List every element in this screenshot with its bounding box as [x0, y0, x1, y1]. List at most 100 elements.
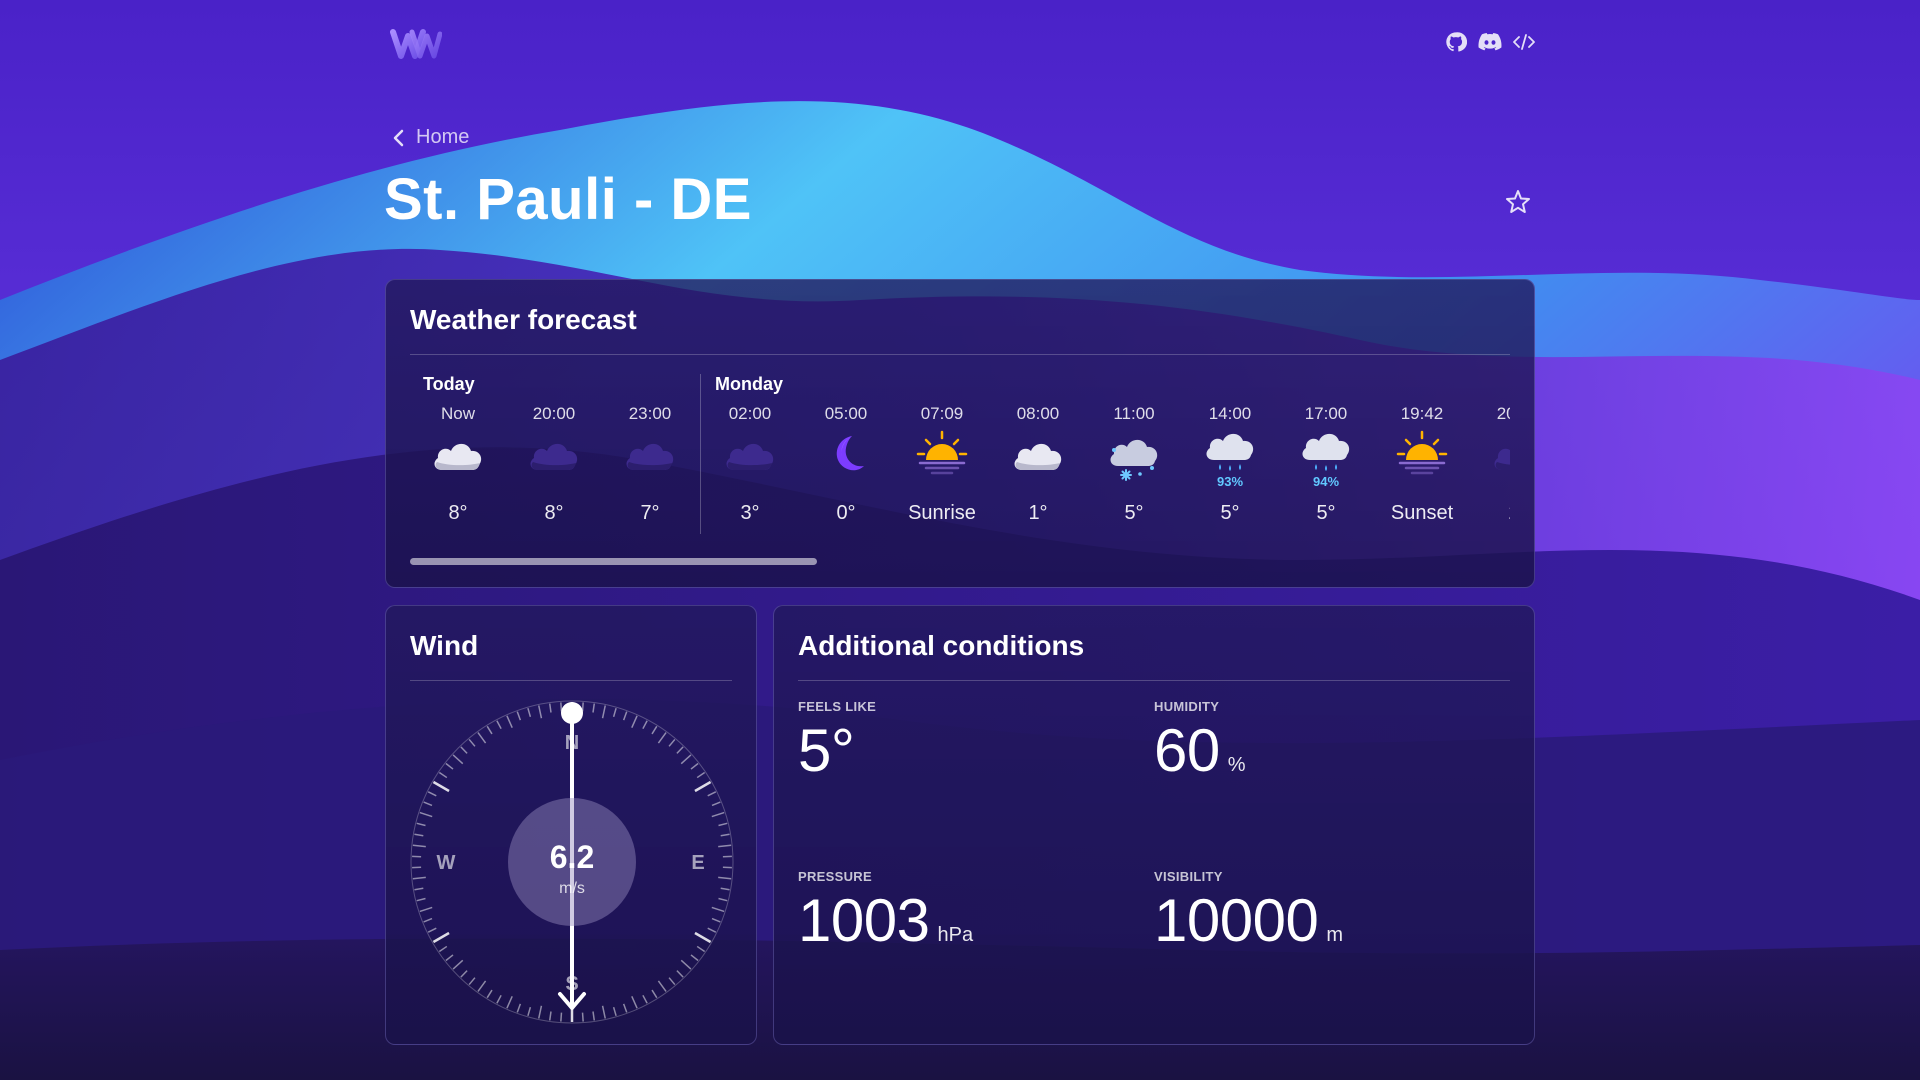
- forecast-hour[interactable]: 08:00 1°: [990, 374, 1086, 534]
- condition-value: 5°: [798, 717, 855, 784]
- weather-forecast-card: Weather forecast Today Now 8° 20:00 8° 23:0…: [385, 279, 1535, 588]
- wind-compass: N E S W 6.2 m/s: [410, 700, 734, 1024]
- favorite-star-icon[interactable]: [1504, 188, 1532, 216]
- compass-tick: [581, 1012, 584, 1022]
- divider: [410, 354, 1510, 355]
- compass-tick: [676, 746, 684, 754]
- compass-tick: [416, 897, 426, 902]
- compass-tick: [452, 959, 464, 970]
- wind-speed-value: 6.2: [550, 839, 594, 875]
- condition-unit: %: [1227, 754, 1246, 776]
- compass-tick: [657, 980, 667, 992]
- compass-tick: [412, 876, 426, 880]
- forecast-hour[interactable]: 19:42 Sunset: [1374, 374, 1470, 534]
- forecast-time: 07:09: [920, 404, 964, 423]
- forecast-hour[interactable]: 20:00 2°: [1470, 374, 1510, 534]
- forecast-time: 20:00: [1496, 404, 1510, 423]
- compass-tick: [506, 995, 513, 1009]
- forecast-time: 08:00: [1016, 404, 1060, 423]
- condition-visibility: VISIBILITY 10000 m: [1154, 869, 1343, 955]
- compass-tick: [718, 876, 732, 880]
- compass-tick: [416, 822, 426, 827]
- compass-tick: [560, 702, 563, 712]
- breadcrumb-label: Home: [416, 126, 470, 148]
- wind-card: Wind N E S W 6.2 m/s: [385, 605, 757, 1045]
- compass-tick: [486, 725, 493, 735]
- compass-tick: [651, 725, 658, 735]
- forecast-hour[interactable]: Now 8°: [410, 374, 506, 534]
- compass-tick: [592, 703, 596, 713]
- divider: [798, 680, 1510, 681]
- compass-tick: [642, 720, 648, 730]
- forecast-hour[interactable]: 23:00 7°: [602, 374, 698, 534]
- forecast-scroll-area[interactable]: Today Now 8° 20:00 8° 23:00 7° Monday 02:00 3…: [410, 374, 1510, 534]
- compass-tick: [496, 994, 502, 1004]
- condition-label: HUMIDITY: [1154, 699, 1220, 714]
- compass-tick: [438, 771, 448, 779]
- cardinal-e: E: [691, 852, 704, 874]
- compass-tick: [419, 811, 433, 818]
- compass-tick: [668, 977, 676, 986]
- forecast-hour[interactable]: 11:00 5°: [1086, 374, 1182, 534]
- condition-feels-like: FEELS LIKE 5°: [798, 699, 876, 785]
- code-icon[interactable]: [1512, 30, 1536, 54]
- forecast-temp: 2°: [1470, 502, 1510, 525]
- forecast-time: 23:00: [628, 404, 672, 423]
- condition-label: FEELS LIKE: [798, 699, 877, 714]
- compass-tick: [560, 1012, 563, 1022]
- condition-label: VISIBILITY: [1154, 869, 1223, 884]
- discord-icon[interactable]: [1478, 30, 1502, 54]
- sunrise-icon: [916, 430, 968, 475]
- forecast-hour[interactable]: 05:00 0°: [798, 374, 894, 534]
- compass-tick: [460, 746, 468, 754]
- app-logo[interactable]: [390, 26, 442, 62]
- compass-tick: [642, 994, 648, 1004]
- compass-tick: [668, 738, 676, 747]
- compass-tick: [506, 715, 513, 729]
- compass-tick: [718, 822, 728, 827]
- forecast-hour[interactable]: 14:00 93% 5°: [1182, 374, 1278, 534]
- forecast-time: 19:42: [1400, 404, 1444, 423]
- condition-unit: m: [1326, 924, 1344, 946]
- compass-tick: [592, 1011, 596, 1021]
- forecast-temp: Sunrise: [908, 502, 976, 524]
- forecast-hour[interactable]: 20:00 8°: [506, 374, 602, 534]
- forecast-time: 11:00: [1113, 404, 1155, 423]
- forecast-hour[interactable]: 07:09 Sunrise: [894, 374, 990, 534]
- compass-tick: [694, 931, 712, 944]
- compass-tick: [486, 989, 493, 999]
- compass-tick: [680, 754, 692, 765]
- sunset-icon: [1396, 430, 1448, 475]
- github-icon[interactable]: [1444, 30, 1468, 54]
- page-title: St. Pauli - DE: [384, 167, 752, 232]
- compass-tick: [468, 738, 476, 747]
- compass-tick: [711, 917, 721, 923]
- cloud-snow-icon: [1110, 439, 1158, 481]
- compass-tick: [696, 945, 706, 953]
- wind-title: Wind: [410, 630, 479, 661]
- condition-label: PRESSURE: [798, 869, 872, 884]
- forecast-hour[interactable]: 02:00 3°: [702, 374, 798, 534]
- additional-conditions-card: Additional conditions FEELS LIKE 5° HUMI…: [773, 605, 1535, 1045]
- forecast-time: Now: [440, 404, 475, 423]
- compass-tick: [612, 1006, 617, 1017]
- compass-tick: [651, 989, 658, 999]
- compass-tick: [412, 844, 426, 848]
- compass-tick: [477, 732, 487, 744]
- forecast-scrollbar[interactable]: [410, 558, 817, 565]
- forecast-temp: Sunset: [1390, 502, 1454, 524]
- precipitation-chance: 94%: [1312, 474, 1340, 489]
- compass-tick: [427, 791, 437, 797]
- compass-tick: [516, 711, 522, 721]
- compass-tick: [601, 1005, 606, 1019]
- compass-tick: [718, 897, 728, 902]
- compass-tick: [631, 715, 638, 729]
- forecast-strip: Today Now 8° 20:00 8° 23:00 7° Monday 02:00 3…: [410, 374, 1510, 534]
- breadcrumb-home[interactable]: Home: [392, 126, 469, 149]
- compass-tick: [548, 703, 552, 713]
- compass-tick: [612, 707, 617, 718]
- forecast-hour[interactable]: 17:00 94% 5°: [1278, 374, 1374, 534]
- condition-value: 1003: [798, 887, 930, 954]
- compass-tick: [548, 1011, 552, 1021]
- compass-tick: [707, 927, 717, 933]
